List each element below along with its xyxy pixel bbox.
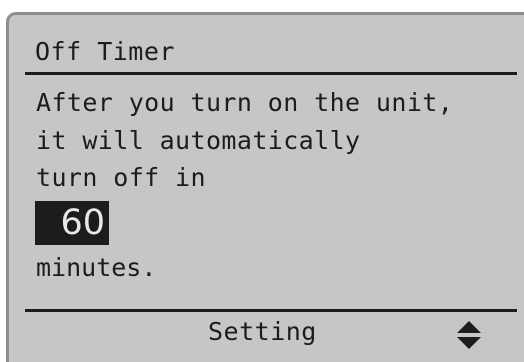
description-line-1: After you turn on the unit, [36, 88, 454, 117]
setting-label: Setting [208, 317, 317, 346]
timer-unit-label: minutes. [36, 253, 157, 282]
footer-divider [25, 309, 517, 312]
description-line-3: turn off in [36, 163, 206, 192]
device-bezel: Off Timer After you turn on the unit, it… [0, 0, 524, 362]
title-divider [25, 72, 517, 75]
down-arrow-icon [457, 337, 481, 349]
lcd-screen: Off Timer After you turn on the unit, it… [6, 12, 524, 362]
description-line-2: it will automatically [36, 126, 361, 155]
timer-value-field[interactable]: 60 [35, 201, 109, 245]
up-down-arrows-icon[interactable] [456, 320, 482, 350]
screen-title: Off Timer [35, 37, 175, 66]
up-arrow-icon [457, 321, 481, 333]
